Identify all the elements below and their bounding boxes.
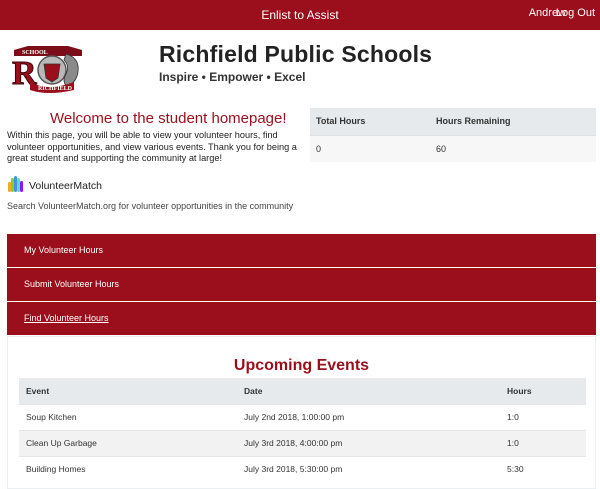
event-hours: 5:30	[500, 455, 586, 482]
hours-column-header: Hours	[500, 378, 586, 404]
submit-volunteer-hours-button[interactable]: Submit Volunteer Hours	[7, 268, 596, 301]
table-row: Soup Kitchen July 2nd 2018, 1:00:00 pm 1…	[19, 403, 586, 430]
volunteermatch-link[interactable]: VolunteerMatch	[29, 180, 102, 192]
find-volunteer-hours-label: Find Volunteer Hours	[24, 313, 109, 323]
my-volunteer-hours-button[interactable]: My Volunteer Hours	[7, 234, 596, 267]
event-date: July 2nd 2018, 1:00:00 pm	[237, 403, 500, 430]
event-date: July 3rd 2018, 5:30:00 pm	[237, 455, 500, 482]
hours-remaining-value: 60	[430, 134, 596, 162]
volunteermatch-search-text: Search VolunteerMatch.org for volunteer …	[7, 201, 294, 211]
table-row: Clean Up Garbage July 3rd 2018, 4:00:00 …	[19, 429, 586, 456]
event-date: July 3rd 2018, 4:00:00 pm	[237, 429, 500, 456]
event-name: Soup Kitchen	[19, 403, 237, 430]
my-volunteer-hours-label: My Volunteer Hours	[24, 245, 104, 255]
date-column-header: Date	[237, 378, 500, 404]
welcome-title: Welcome to the student homepage!	[50, 110, 287, 127]
total-hours-header: Total Hours	[310, 108, 430, 135]
svg-text:RICHFIELD: RICHFIELD	[38, 86, 73, 92]
event-column-header: Event	[19, 378, 237, 404]
event-name: Clean Up Garbage	[19, 429, 237, 456]
school-name: Richfield Public Schools	[159, 41, 433, 67]
event-hours: 1:0	[500, 403, 586, 430]
event-name: Building Homes	[19, 455, 237, 482]
events-table: Event Date Hours Soup Kitchen July 2nd 2…	[19, 378, 586, 482]
upcoming-events-panel: Upcoming Events Event Date Hours Soup Ki…	[7, 336, 596, 489]
upcoming-events-title: Upcoming Events	[233, 357, 370, 374]
table-row: Building Homes July 3rd 2018, 5:30:00 pm…	[19, 455, 586, 482]
hours-remaining-header: Hours Remaining	[430, 108, 596, 135]
school-logo: SCHOOL R RICHFIELD	[8, 40, 90, 94]
school-motto: Inspire • Empower • Excel	[159, 70, 306, 84]
hours-summary-table: Total Hours Hours Remaining 0 60	[310, 108, 596, 162]
volunteermatch-hands-icon[interactable]	[8, 176, 24, 194]
welcome-intro: Within this page, you will be able to vi…	[7, 130, 297, 164]
total-hours-value: 0	[310, 134, 430, 162]
logout-link[interactable]: Log Out	[556, 7, 595, 19]
find-volunteer-hours-button[interactable]: Find Volunteer Hours	[7, 302, 596, 335]
event-hours: 1:0	[500, 429, 586, 456]
submit-volunteer-hours-label: Submit Volunteer Hours	[24, 279, 120, 289]
top-navbar: Enlist to Assist Andrew Log Out	[0, 0, 600, 30]
app-brand[interactable]: Enlist to Assist	[0, 8, 600, 22]
